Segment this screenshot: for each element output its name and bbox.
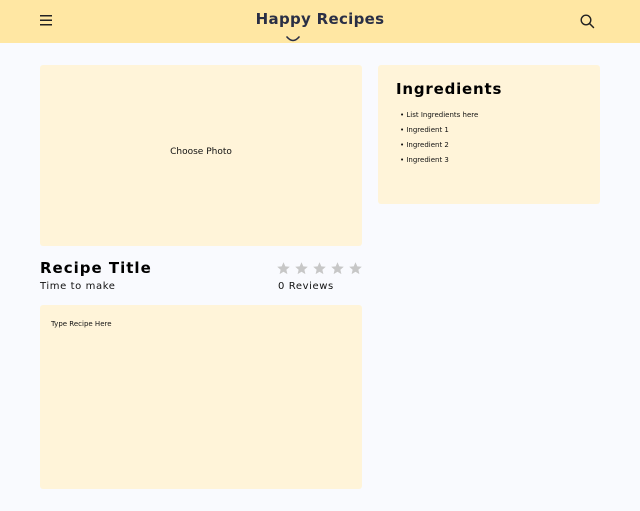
ingredient-item[interactable]: Ingredient 1 [400, 125, 478, 140]
star-icon[interactable] [330, 261, 346, 276]
recipe-placeholder: Type Recipe Here [51, 320, 112, 328]
choose-photo-label: Choose Photo [170, 147, 232, 157]
star-icon[interactable] [312, 261, 328, 276]
star-icon[interactable] [348, 261, 364, 276]
ingredient-item[interactable]: Ingredient 2 [400, 140, 478, 155]
smile-logo-icon [285, 28, 301, 42]
search-icon[interactable] [579, 13, 595, 29]
time-to-make: Time to make [40, 281, 116, 292]
star-rating[interactable] [276, 261, 366, 276]
app-header: Happy Recipes [0, 0, 640, 43]
ingredients-heading: Ingredients [396, 80, 503, 98]
brand-logo-text[interactable]: Happy Recipes [0, 10, 640, 28]
ingredient-item[interactable]: Ingredient 3 [400, 155, 478, 170]
ingredients-panel: Ingredients List Ingredients here Ingred… [378, 65, 600, 204]
recipe-title: Recipe Title [40, 259, 152, 277]
ingredients-list[interactable]: List Ingredients here Ingredient 1 Ingre… [400, 110, 478, 170]
star-icon[interactable] [276, 261, 292, 276]
recipe-text-area[interactable]: Type Recipe Here [40, 305, 362, 489]
reviews-count[interactable]: 0 Reviews [278, 281, 334, 292]
photo-upload-area[interactable]: Choose Photo [40, 65, 362, 246]
ingredient-item[interactable]: List Ingredients here [400, 110, 478, 125]
star-icon[interactable] [294, 261, 310, 276]
